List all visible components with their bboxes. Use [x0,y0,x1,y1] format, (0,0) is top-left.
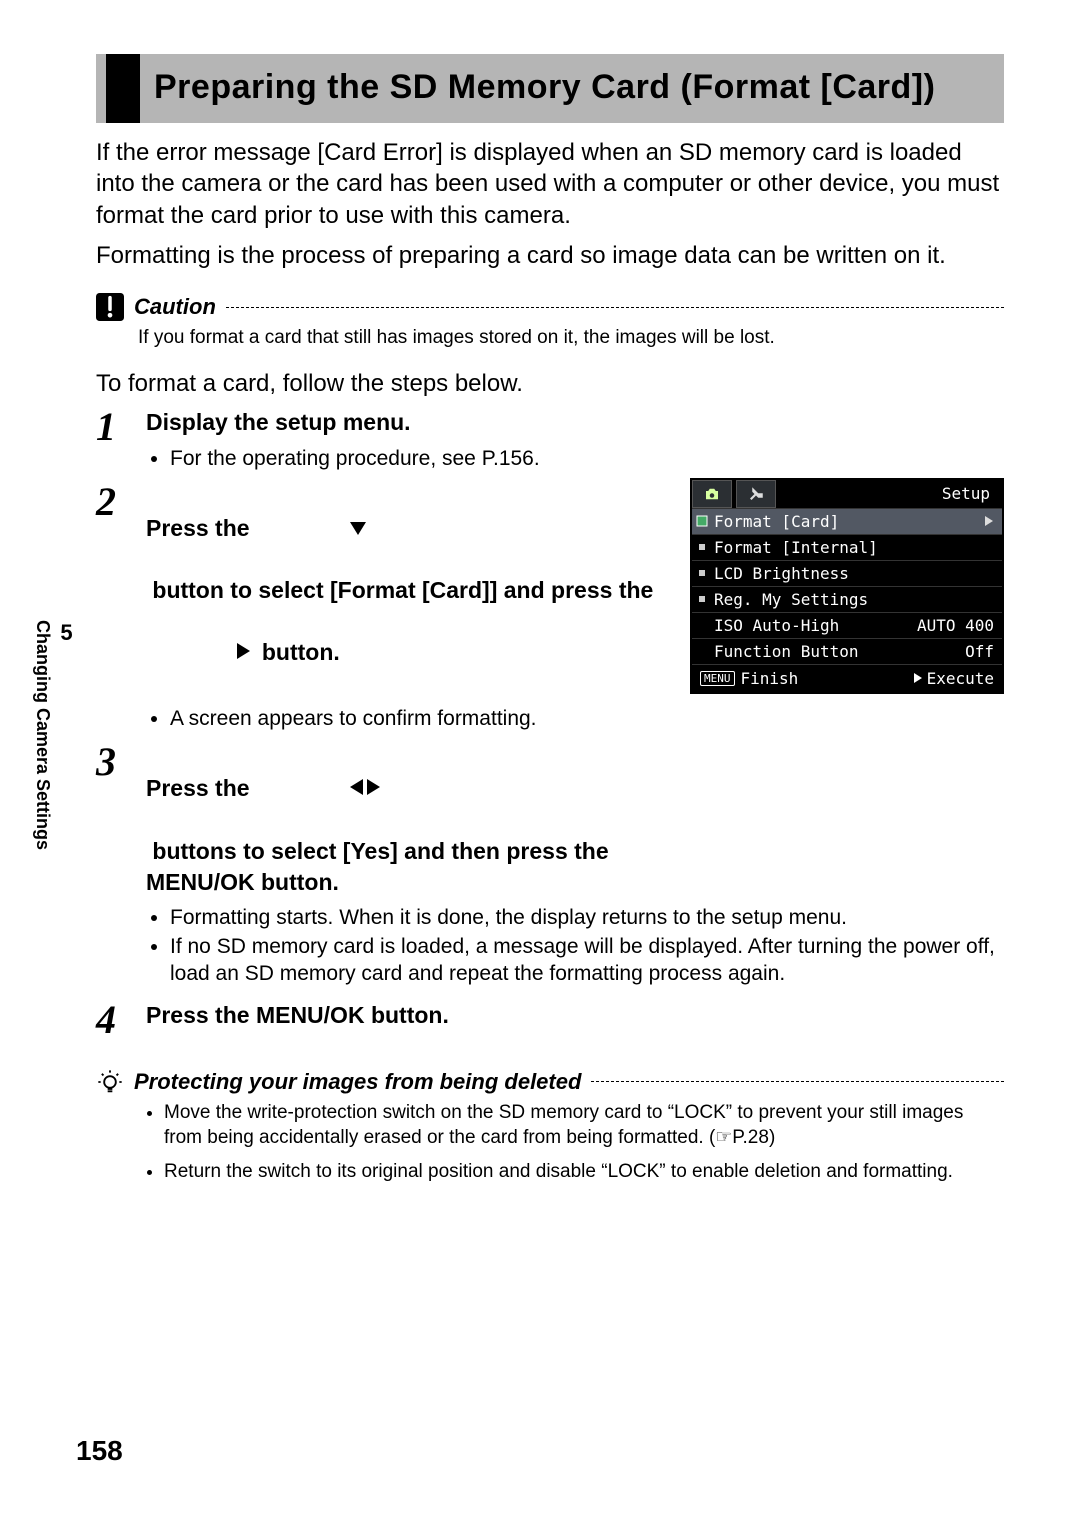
lcd-execute-label: Execute [927,669,994,688]
intro-paragraph-2: Formatting is the process of preparing a… [96,240,1004,272]
tip-label: Protecting your images from being delete… [134,1069,581,1095]
step-title: Press the buttons to select [Yes] and th… [146,742,668,897]
step-number: 4 [96,1000,126,1040]
step-title: Display the setup menu. [146,407,411,438]
side-tab: 5 Changing Camera Settings [32,620,79,850]
menu-chip: MENU [700,671,735,686]
lightbulb-icon [96,1068,124,1096]
lcd-footer: MENU Finish Execute [692,664,1002,692]
step-2: 2 Press the button to select [Format [Ca… [96,482,668,737]
caution-label: Caution [134,294,216,320]
divider [226,307,1004,308]
caution-icon [96,293,124,321]
page-number: 158 [76,1435,123,1467]
side-tab-number: 5 [53,620,79,828]
lcd-menu-row: Reg. My Settings [692,586,1002,612]
right-triangle-icon [913,672,923,684]
side-tab-label: Changing Camera Settings [33,620,53,850]
step-4: 4 Press the MENU/OK button. [96,1000,1004,1040]
lcd-finish-label: Finish [741,669,799,688]
step-title: Press the button to select [Format [Card… [146,482,668,699]
left-right-triangle-icon [260,742,381,835]
step-bullet: Formatting starts. When it is done, the … [170,904,1004,931]
step-1: 1 Display the setup menu. For the operat… [96,407,1004,475]
lcd-menu-row: Function ButtonOff [692,638,1002,664]
step-3: 3 Press the buttons to select [Yes] and … [96,742,668,897]
lcd-menu-row: Format [Card] [692,508,1002,534]
tip-header: Protecting your images from being delete… [96,1068,1004,1096]
camera-tab-icon [692,480,732,508]
caution-body: If you format a card that still has imag… [138,325,1004,352]
step-bullet: For the operating procedure, see P.156. [170,445,1004,472]
step-bullet: If no SD memory card is loaded, a messag… [170,933,1004,988]
down-triangle-icon [260,482,367,575]
setup-tab-label: Setup [780,480,998,508]
lcd-menu-row: LCD Brightness [692,560,1002,586]
tip-item: Move the write-protection switch on the … [164,1100,1004,1151]
step-3-bullets: Formatting starts. When it is done, the … [96,898,1004,992]
tip-item: Return the switch to its original positi… [164,1159,1004,1185]
step-title: Press the MENU/OK button. [146,1000,449,1031]
lcd-menu-row: ISO Auto-HighAUTO 400 [692,612,1002,638]
step-bullet: A screen appears to confirm formatting. [170,705,668,732]
divider [591,1081,1004,1082]
step-number: 3 [96,742,126,897]
tools-tab-icon [736,480,776,508]
lcd-setup-menu: Setup Format [Card]Format [Internal]LCD … [690,478,1004,694]
intro-paragraph-1: If the error message [Card Error] is dis… [96,137,1004,232]
step-number: 1 [96,407,126,475]
step-number: 2 [96,482,126,737]
lead-in: To format a card, follow the steps below… [96,368,1004,400]
section-title: Preparing the SD Memory Card (Format [Ca… [96,54,1004,123]
lcd-menu-row: Format [Internal] [692,534,1002,560]
right-triangle-icon [146,606,251,699]
caution-header: Caution [96,293,1004,321]
